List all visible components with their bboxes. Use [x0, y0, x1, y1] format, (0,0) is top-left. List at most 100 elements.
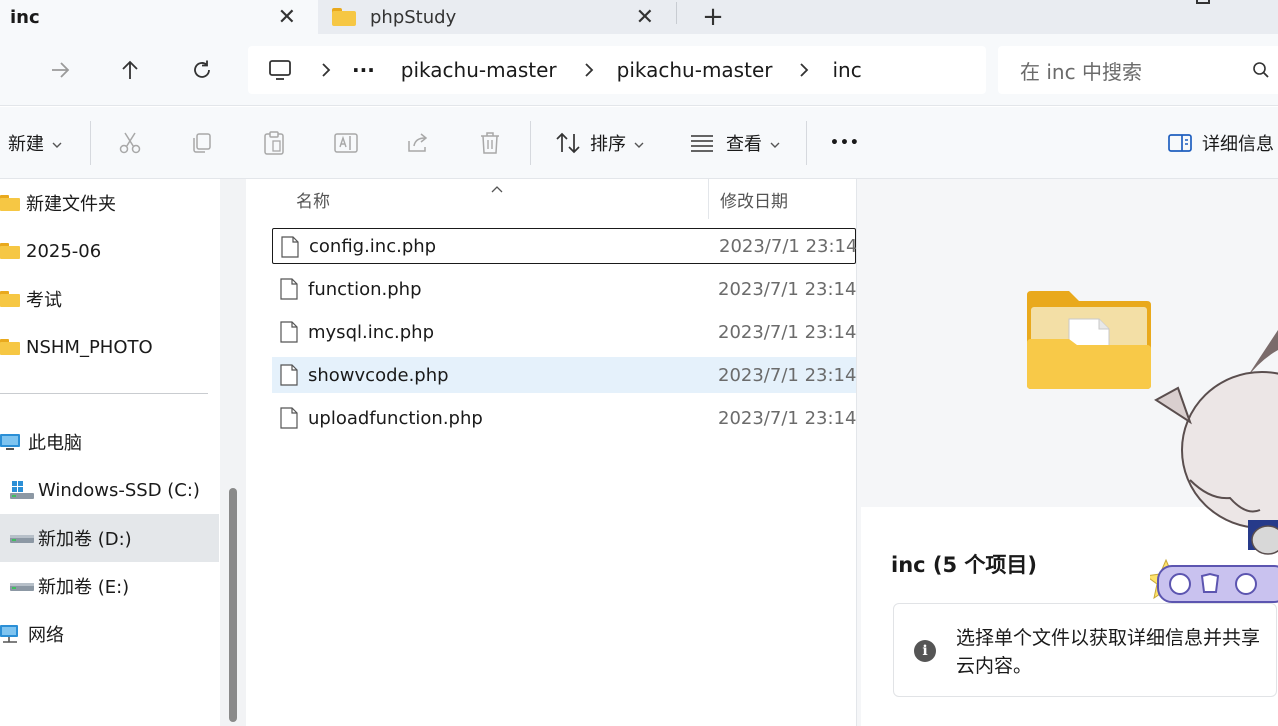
toolbar-divider [530, 121, 531, 165]
rename-button[interactable] [332, 107, 360, 179]
sidebar-item-label: 新建文件夹 [26, 194, 116, 215]
sidebar-item-network[interactable]: 网络 [0, 610, 219, 658]
restore-window-icon[interactable] [1196, 0, 1210, 4]
chevron-right-icon[interactable] [577, 58, 601, 82]
file-date: 2023/7/1 23:14 [719, 235, 858, 257]
windows-drive-icon [10, 480, 34, 500]
folder-icon [1025, 289, 1153, 395]
file-date: 2023/7/1 23:14 [718, 278, 857, 300]
file-name: function.php [308, 278, 422, 300]
rename-icon [332, 129, 360, 157]
sidebar-item-label: 考试 [26, 290, 62, 311]
new-tab-icon[interactable]: + [700, 0, 726, 34]
details-title: inc (5 个项目) [891, 553, 1038, 577]
close-tab-icon[interactable]: ✕ [636, 0, 654, 34]
info-text: 选择单个文件以获取详细信息并共享云内容。 [956, 627, 1261, 677]
delete-button[interactable] [476, 107, 504, 179]
folder-icon [0, 243, 20, 259]
sidebar-item-label: NSHM_PHOTO [26, 336, 153, 358]
sidebar-item-drive-c[interactable]: Windows-SSD (C:) [0, 466, 219, 514]
new-button[interactable]: 新建 [8, 107, 62, 179]
sidebar-item-nshm-photo[interactable]: NSHM_PHOTO [0, 323, 219, 371]
refresh-icon[interactable] [186, 54, 218, 86]
close-tab-icon[interactable]: ✕ [278, 0, 296, 34]
file-row[interactable]: config.inc.php 2023/7/1 23:14 [272, 228, 858, 264]
view-label: 查看 [726, 134, 762, 155]
tab-label: inc [10, 6, 40, 28]
mascot-sticker-icon [1144, 330, 1278, 614]
breadcrumb-item[interactable]: pikachu-master [617, 58, 773, 82]
chevron-down-icon [770, 133, 780, 154]
details-button[interactable]: 详细信息 [1166, 107, 1274, 179]
toolbar-divider [806, 121, 807, 165]
copy-icon [188, 129, 216, 157]
file-icon [280, 364, 298, 391]
breadcrumb-item-current[interactable]: inc [832, 58, 861, 82]
file-icon [280, 407, 298, 434]
sidebar-item-label: 2025-06 [26, 240, 102, 262]
folder-icon [0, 291, 20, 307]
file-row[interactable]: function.php 2023/7/1 23:14 [272, 271, 856, 307]
tab-divider [676, 2, 677, 24]
file-icon [280, 321, 298, 348]
sidebar-item-2025-06[interactable]: 2025-06 [0, 227, 219, 275]
file-list: 名称 修改日期 config.inc.php 2023/7/1 23:14 fu… [246, 179, 858, 726]
column-divider[interactable] [708, 179, 709, 219]
command-bar: 新建 排序 查看 ••• 详细信息 [0, 107, 1278, 179]
monitor-icon[interactable] [266, 58, 294, 82]
column-header-date[interactable]: 修改日期 [720, 179, 788, 219]
chevron-right-icon[interactable] [792, 58, 816, 82]
sidebar-scrollbar-thumb[interactable] [229, 488, 237, 722]
share-button[interactable] [404, 107, 432, 179]
file-row[interactable]: showvcode.php 2023/7/1 23:14 [272, 357, 856, 393]
sidebar-item-label: 新加卷 (E:) [38, 577, 130, 598]
chevron-right-icon[interactable] [314, 58, 338, 82]
chevron-down-icon [52, 133, 62, 154]
sidebar-item-drive-e[interactable]: 新加卷 (E:) [0, 562, 219, 610]
file-date: 2023/7/1 23:14 [718, 407, 857, 429]
breadcrumb-overflow[interactable]: ··· [352, 58, 375, 82]
search-icon[interactable] [1252, 60, 1270, 84]
copy-button[interactable] [188, 107, 216, 179]
tab-inc[interactable]: inc ✕ [0, 0, 318, 34]
share-icon [404, 129, 432, 157]
file-name: showvcode.php [308, 364, 449, 386]
info-icon: i [914, 640, 936, 662]
sidebar-item-exam[interactable]: 考试 [0, 275, 219, 323]
paste-button[interactable] [260, 107, 288, 179]
cut-button[interactable] [116, 107, 144, 179]
details-label: 详细信息 [1202, 134, 1274, 155]
breadcrumb[interactable]: ··· pikachu-master pikachu-master inc [248, 46, 986, 94]
sidebar-item-label: 此电脑 [28, 433, 82, 454]
sidebar-item-this-pc[interactable]: 此电脑 [0, 418, 219, 466]
sort-ascending-icon [490, 179, 504, 198]
column-header-name[interactable]: 名称 [296, 179, 330, 219]
sidebar-item-drive-d[interactable]: 新加卷 (D:) [0, 514, 219, 562]
folder-icon [0, 195, 20, 211]
sidebar-item-label: 网络 [28, 625, 64, 646]
sidebar-item-new-folder[interactable]: 新建文件夹 [0, 179, 219, 227]
sidebar-item-label: 新加卷 (D:) [38, 529, 132, 550]
sort-label: 排序 [590, 134, 626, 155]
file-icon [281, 236, 299, 263]
file-row[interactable]: mysql.inc.php 2023/7/1 23:14 [272, 314, 856, 350]
tab-label: phpStudy [370, 6, 457, 28]
drive-icon [10, 530, 34, 546]
toolbar-divider [90, 121, 91, 165]
search-input[interactable]: 在 inc 中搜索 [998, 46, 1278, 94]
view-button[interactable]: 查看 [688, 107, 780, 179]
breadcrumb-item[interactable]: pikachu-master [401, 58, 557, 82]
scissors-icon [116, 129, 144, 157]
file-row[interactable]: uploadfunction.php 2023/7/1 23:14 [272, 400, 856, 436]
sort-icon [554, 129, 582, 157]
sort-button[interactable]: 排序 [554, 107, 644, 179]
more-options-icon[interactable]: ••• [830, 107, 860, 179]
tab-bar: inc ✕ phpStudy ✕ + [0, 0, 1278, 34]
tab-phpstudy[interactable]: phpStudy ✕ [320, 0, 676, 34]
up-arrow-icon[interactable] [114, 54, 146, 86]
computer-icon [0, 432, 22, 452]
details-pane-icon [1166, 129, 1194, 157]
forward-icon[interactable] [44, 54, 76, 86]
new-label: 新建 [8, 134, 44, 155]
navigation-pane: 新建文件夹 2025-06 考试 NSHM_PHOTO 此电脑 Windows-… [0, 179, 220, 726]
